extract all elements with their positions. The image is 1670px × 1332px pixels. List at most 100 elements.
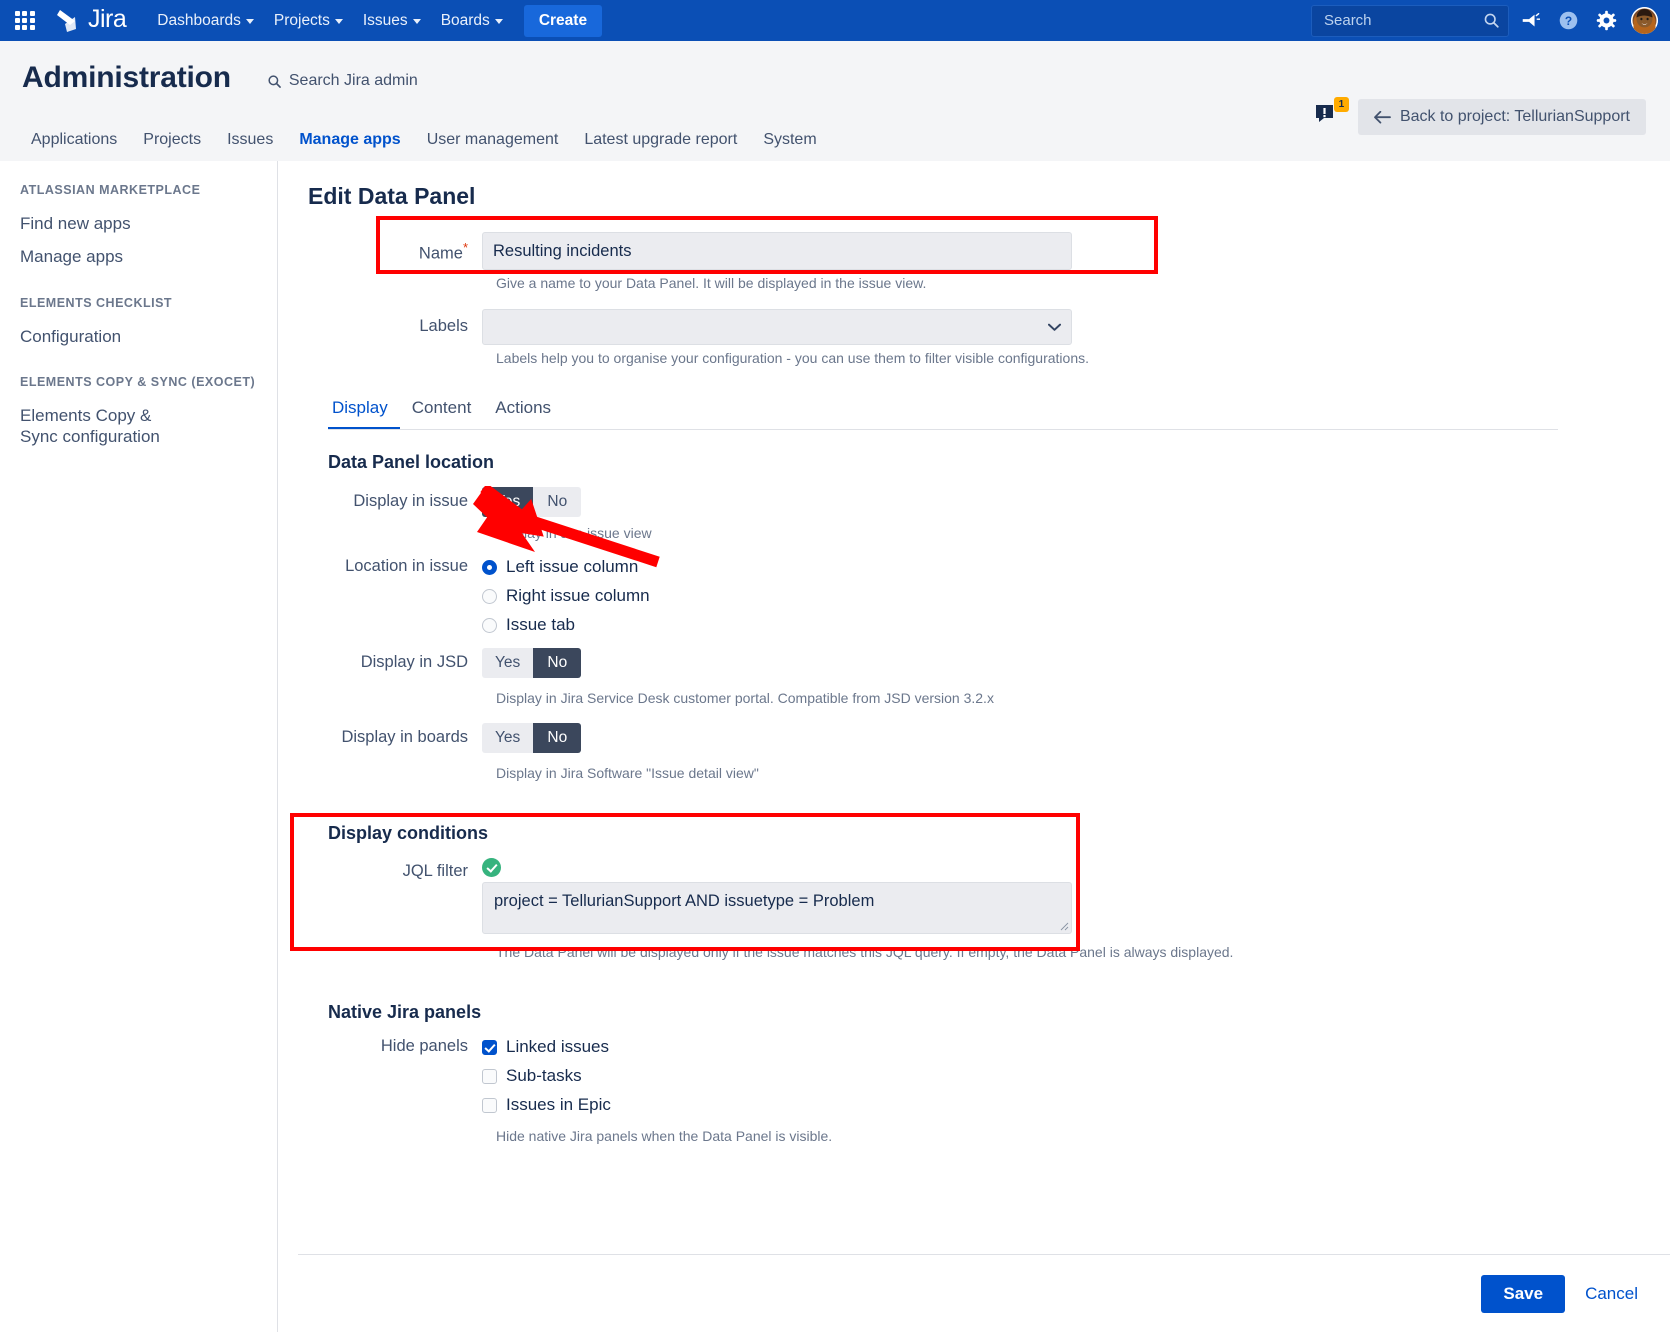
section-title-native-jira-panels: Native Jira panels	[328, 1002, 1670, 1023]
sidebar-item-manage-apps[interactable]: Manage apps	[0, 240, 277, 273]
sidebar-spacer	[0, 274, 277, 296]
admin-tab-applications[interactable]: Applications	[18, 121, 130, 161]
display-in-jsd-yes[interactable]: Yes	[482, 648, 533, 678]
chevron-down-icon	[246, 19, 254, 24]
labels-field-help: Labels help you to organise your configu…	[496, 350, 1670, 366]
jql-filter-value: project = TellurianSupport AND issuetype…	[494, 892, 874, 910]
search-input[interactable]: Search	[1311, 5, 1509, 37]
display-in-jsd-no[interactable]: No	[533, 648, 581, 678]
display-in-boards-help: Display in Jira Software "Issue detail v…	[496, 765, 1670, 781]
avatar[interactable]	[1631, 7, 1658, 34]
save-button[interactable]: Save	[1481, 1275, 1565, 1313]
radio-left-issue-column[interactable]: Left issue column	[482, 557, 650, 577]
admin-tab-bar: Applications Projects Issues Manage apps…	[0, 121, 1670, 161]
display-in-boards-label: Display in boards	[308, 723, 482, 747]
resize-grip-icon	[1059, 921, 1069, 931]
labels-field-row: Labels	[308, 309, 1670, 345]
chevron-down-icon	[413, 19, 421, 24]
checkbox-sub-tasks[interactable]: Sub-tasks	[482, 1066, 611, 1086]
name-input[interactable]: Resulting incidents	[482, 232, 1072, 270]
tab-display[interactable]: Display	[328, 392, 400, 429]
radio-right-issue-column[interactable]: Right issue column	[482, 586, 650, 606]
display-in-jsd-help: Display in Jira Service Desk customer po…	[496, 690, 1670, 706]
notification-count-badge: 1	[1334, 97, 1349, 112]
nav-item-issues[interactable]: Issues	[354, 5, 430, 37]
display-in-issue-yes[interactable]: Yes	[482, 487, 533, 517]
admin-title-row: Administration Search Jira admin	[0, 61, 1670, 95]
search-icon	[267, 74, 282, 89]
settings-button[interactable]	[1589, 4, 1623, 38]
tab-content[interactable]: Content	[400, 392, 484, 429]
administration-header: Administration Search Jira admin 1 Back …	[0, 41, 1670, 161]
svg-text:?: ?	[1564, 14, 1571, 28]
user-avatar-icon	[1631, 7, 1658, 34]
cancel-button[interactable]: Cancel	[1585, 1284, 1638, 1304]
primary-nav-items: Dashboards Projects Issues Boards Create	[148, 5, 602, 37]
admin-tab-projects[interactable]: Projects	[130, 121, 214, 161]
checkbox-issues-in-epic[interactable]: Issues in Epic	[482, 1095, 611, 1115]
nav-item-label: Dashboards	[157, 12, 241, 30]
admin-tab-latest-upgrade-report[interactable]: Latest upgrade report	[571, 121, 750, 161]
main-content: Edit Data Panel Name* Resulting incident…	[278, 161, 1670, 1332]
sidebar-item-configuration[interactable]: Configuration	[0, 320, 277, 353]
announcements-button[interactable]	[1513, 4, 1547, 38]
tab-actions[interactable]: Actions	[483, 392, 563, 429]
help-button[interactable]: ?	[1551, 4, 1585, 38]
admin-tab-system[interactable]: System	[750, 121, 829, 161]
sidebar-item-find-new-apps[interactable]: Find new apps	[0, 207, 277, 240]
labels-field-label: Labels	[308, 309, 482, 336]
sidebar-heading-elements-checklist: ELEMENTS CHECKLIST	[0, 296, 277, 310]
top-navigation-bar: Jira Dashboards Projects Issues Boards C…	[0, 0, 1670, 41]
help-icon: ?	[1558, 10, 1579, 31]
display-in-boards-yes[interactable]: Yes	[482, 723, 533, 753]
checkbox-linked-issues[interactable]: Linked issues	[482, 1037, 611, 1057]
required-marker: *	[463, 240, 468, 255]
location-in-issue-radio-group: Left issue column Right issue column Iss…	[482, 557, 650, 644]
display-in-issue-row: Display in issue Yes No	[308, 487, 1670, 517]
nav-item-projects[interactable]: Projects	[265, 5, 352, 37]
display-in-issue-toggle: Yes No	[482, 487, 581, 517]
admin-sidebar: ATLASSIAN MARKETPLACE Find new apps Mana…	[0, 161, 278, 1332]
jql-filter-help: The Data Panel will be displayed only if…	[496, 944, 1670, 960]
megaphone-icon	[1520, 11, 1540, 31]
jql-filter-textarea[interactable]: project = TellurianSupport AND issuetype…	[482, 882, 1072, 934]
radio-icon	[482, 618, 497, 633]
panel-tab-bar: Display Content Actions	[328, 392, 1558, 430]
create-button[interactable]: Create	[524, 5, 602, 37]
nav-item-label: Projects	[274, 12, 330, 30]
jira-logo[interactable]: Jira	[56, 7, 126, 35]
chevron-down-icon	[335, 19, 343, 24]
display-in-jsd-label: Display in JSD	[308, 648, 482, 672]
jql-valid-check-icon	[482, 858, 501, 877]
nav-item-dashboards[interactable]: Dashboards	[148, 5, 263, 37]
admin-search-label: Search Jira admin	[289, 72, 418, 90]
radio-icon	[482, 589, 497, 604]
display-in-boards-no[interactable]: No	[533, 723, 581, 753]
name-field-row: Name* Resulting incidents	[308, 232, 1670, 270]
sidebar-item-elements-copy-sync-configuration[interactable]: Elements Copy & Sync configuration	[0, 399, 205, 454]
nav-item-label: Issues	[363, 12, 408, 30]
display-in-issue-label: Display in issue	[308, 487, 482, 511]
page-title: Administration	[22, 61, 231, 95]
edit-data-panel-title: Edit Data Panel	[308, 183, 1670, 210]
radio-issue-tab[interactable]: Issue tab	[482, 615, 650, 635]
jql-filter-row: JQL filter project = TellurianSupport AN…	[308, 858, 1670, 934]
labels-select[interactable]	[482, 309, 1072, 345]
name-field-help: Give a name to your Data Panel. It will …	[496, 275, 1670, 291]
sidebar-heading-atlassian-marketplace: ATLASSIAN MARKETPLACE	[0, 183, 277, 197]
form-footer: Save Cancel	[298, 1254, 1670, 1332]
hide-panels-row: Hide panels Linked issues Sub-tasks Issu…	[308, 1037, 1670, 1124]
radio-label: Left issue column	[506, 557, 638, 577]
admin-tab-user-management[interactable]: User management	[414, 121, 572, 161]
display-in-issue-help: Display in Jira issue view	[496, 525, 1670, 541]
chevron-down-icon	[1048, 323, 1061, 332]
admin-search-input[interactable]: Search Jira admin	[267, 72, 418, 90]
jira-wordmark: Jira	[88, 7, 126, 32]
app-switcher-icon[interactable]	[12, 8, 38, 34]
gear-icon	[1596, 10, 1617, 31]
admin-tab-manage-apps[interactable]: Manage apps	[286, 121, 413, 161]
nav-item-boards[interactable]: Boards	[432, 5, 512, 37]
hide-panels-checkbox-group: Linked issues Sub-tasks Issues in Epic	[482, 1037, 611, 1124]
display-in-issue-no[interactable]: No	[533, 487, 581, 517]
admin-tab-issues[interactable]: Issues	[214, 121, 286, 161]
